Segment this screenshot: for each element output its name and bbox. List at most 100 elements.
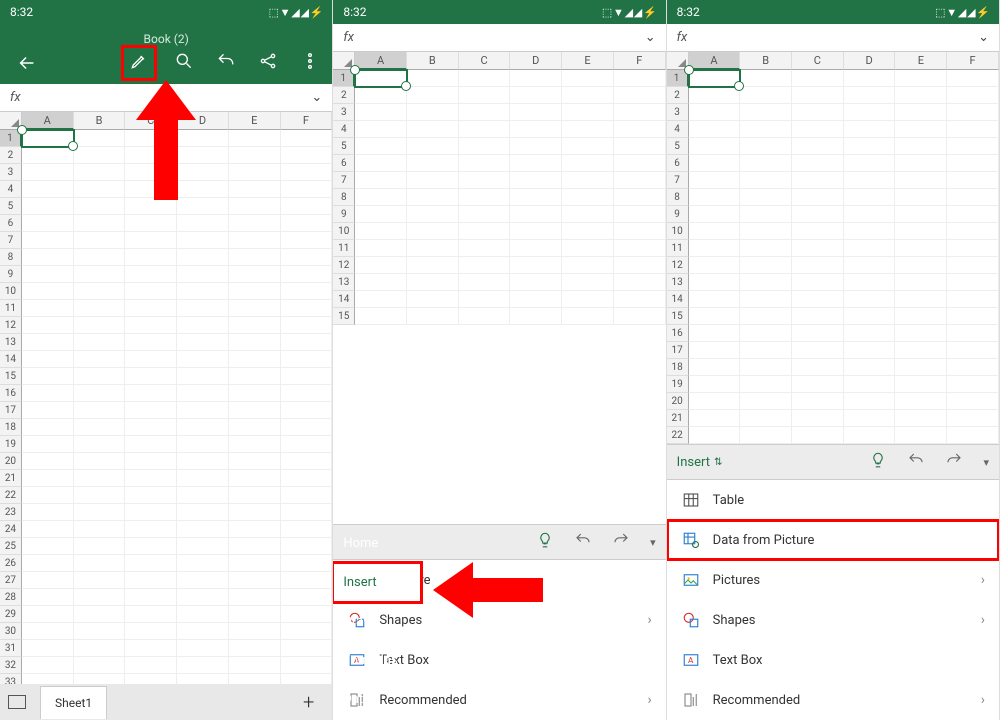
cell[interactable] bbox=[74, 164, 126, 181]
cell[interactable] bbox=[689, 291, 741, 308]
cell[interactable] bbox=[895, 257, 947, 274]
cell[interactable] bbox=[407, 70, 459, 87]
cell[interactable] bbox=[22, 317, 74, 334]
cell[interactable] bbox=[614, 87, 666, 104]
cell[interactable] bbox=[895, 274, 947, 291]
cell[interactable] bbox=[689, 121, 741, 138]
cell[interactable] bbox=[22, 300, 74, 317]
cell[interactable] bbox=[459, 308, 511, 325]
cell[interactable] bbox=[792, 121, 844, 138]
cell[interactable] bbox=[740, 410, 792, 427]
cell[interactable] bbox=[895, 223, 947, 240]
cell[interactable] bbox=[895, 87, 947, 104]
column-header[interactable]: C bbox=[459, 52, 511, 70]
cell[interactable] bbox=[74, 470, 126, 487]
cell[interactable] bbox=[22, 351, 74, 368]
cell[interactable] bbox=[844, 410, 896, 427]
cell[interactable] bbox=[947, 189, 999, 206]
edit-button[interactable] bbox=[121, 45, 157, 81]
cell[interactable] bbox=[407, 172, 459, 189]
cell[interactable] bbox=[177, 368, 229, 385]
cell[interactable] bbox=[177, 640, 229, 657]
search-button[interactable] bbox=[174, 51, 194, 75]
cell[interactable] bbox=[74, 657, 126, 674]
cell[interactable] bbox=[281, 300, 333, 317]
cell[interactable] bbox=[355, 172, 407, 189]
cell[interactable] bbox=[125, 334, 177, 351]
cell[interactable] bbox=[229, 521, 281, 538]
cell[interactable] bbox=[281, 470, 333, 487]
cell[interactable] bbox=[125, 504, 177, 521]
cell[interactable] bbox=[844, 427, 896, 444]
cell[interactable] bbox=[125, 300, 177, 317]
cell[interactable] bbox=[689, 342, 741, 359]
row-header[interactable]: 6 bbox=[333, 155, 355, 172]
cell[interactable] bbox=[844, 121, 896, 138]
row-header[interactable]: 11 bbox=[667, 240, 689, 257]
row-header[interactable]: 15 bbox=[0, 368, 22, 385]
column-header[interactable]: F bbox=[947, 52, 999, 70]
cell[interactable] bbox=[407, 206, 459, 223]
cell[interactable] bbox=[947, 359, 999, 376]
column-header[interactable]: B bbox=[740, 52, 792, 70]
cell[interactable] bbox=[407, 155, 459, 172]
row-header[interactable]: 11 bbox=[0, 300, 22, 317]
cell[interactable] bbox=[125, 368, 177, 385]
cell[interactable] bbox=[22, 334, 74, 351]
cell[interactable] bbox=[22, 521, 74, 538]
column-header[interactable]: A bbox=[22, 112, 74, 130]
cell[interactable] bbox=[844, 189, 896, 206]
cell[interactable] bbox=[895, 325, 947, 342]
row-header[interactable]: 11 bbox=[333, 240, 355, 257]
menu-item-table[interactable]: Table bbox=[667, 480, 999, 520]
cell[interactable] bbox=[177, 351, 229, 368]
cell[interactable] bbox=[895, 291, 947, 308]
cell[interactable] bbox=[74, 623, 126, 640]
cell[interactable] bbox=[792, 189, 844, 206]
cell[interactable] bbox=[947, 410, 999, 427]
cell[interactable] bbox=[281, 266, 333, 283]
cell[interactable] bbox=[459, 257, 511, 274]
cell[interactable] bbox=[740, 308, 792, 325]
cell[interactable] bbox=[792, 291, 844, 308]
column-header[interactable]: A bbox=[355, 52, 407, 70]
cell[interactable] bbox=[74, 572, 126, 589]
cell[interactable] bbox=[22, 538, 74, 555]
cell[interactable] bbox=[281, 368, 333, 385]
cell[interactable] bbox=[947, 291, 999, 308]
cell[interactable] bbox=[792, 376, 844, 393]
cell[interactable] bbox=[177, 623, 229, 640]
chevron-down-icon[interactable]: ⌄ bbox=[978, 30, 989, 45]
row-header[interactable]: 14 bbox=[667, 291, 689, 308]
row-header[interactable]: 7 bbox=[667, 172, 689, 189]
cell[interactable] bbox=[947, 138, 999, 155]
cell[interactable] bbox=[510, 70, 562, 87]
cell[interactable] bbox=[281, 283, 333, 300]
cell[interactable] bbox=[22, 402, 74, 419]
cell[interactable] bbox=[614, 70, 666, 87]
cell[interactable] bbox=[281, 351, 333, 368]
cell[interactable] bbox=[281, 419, 333, 436]
row-header[interactable]: 6 bbox=[667, 155, 689, 172]
cell[interactable] bbox=[74, 334, 126, 351]
row-header[interactable]: 13 bbox=[667, 274, 689, 291]
cell[interactable] bbox=[740, 87, 792, 104]
cell[interactable] bbox=[229, 402, 281, 419]
cell[interactable] bbox=[22, 453, 74, 470]
cell[interactable] bbox=[689, 257, 741, 274]
ribbon-tab-home[interactable]: Home bbox=[333, 524, 421, 563]
cell[interactable] bbox=[844, 70, 896, 87]
row-header[interactable]: 9 bbox=[667, 206, 689, 223]
cell[interactable] bbox=[792, 155, 844, 172]
cell[interactable] bbox=[22, 181, 74, 198]
cell[interactable] bbox=[74, 215, 126, 232]
cell[interactable] bbox=[562, 206, 614, 223]
cell[interactable] bbox=[895, 70, 947, 87]
cell[interactable] bbox=[740, 376, 792, 393]
column-header[interactable]: B bbox=[74, 112, 126, 130]
cell[interactable] bbox=[792, 257, 844, 274]
cell[interactable] bbox=[281, 589, 333, 606]
cell[interactable] bbox=[792, 87, 844, 104]
cell[interactable] bbox=[355, 257, 407, 274]
cell[interactable] bbox=[947, 376, 999, 393]
